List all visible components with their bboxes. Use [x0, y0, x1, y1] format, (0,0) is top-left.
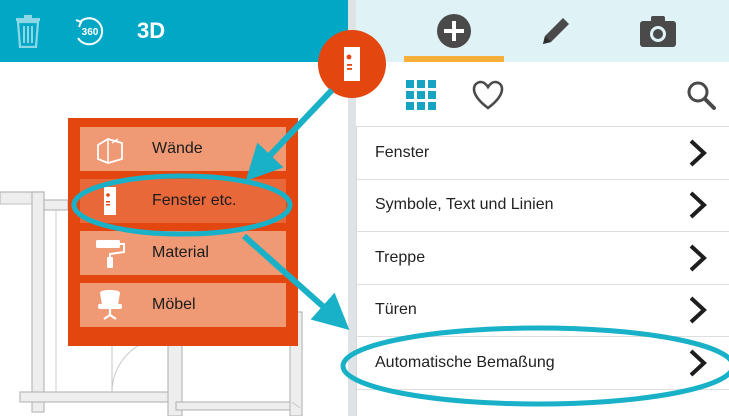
view-3d-button[interactable]: 3D — [137, 18, 165, 44]
category-item-fenster[interactable]: Fenster — [357, 126, 729, 179]
category-item-symbole[interactable]: Symbole, Text und Linien — [357, 178, 729, 231]
category-label: Fenster — [375, 143, 430, 161]
category-item-tueren[interactable]: Türen — [357, 283, 729, 336]
right-panel-tabs — [356, 0, 729, 62]
tab-camera[interactable] — [608, 0, 708, 62]
grid-view-button[interactable] — [404, 78, 438, 112]
category-item-treppe[interactable]: Treppe — [357, 231, 729, 284]
category-list: Fenster Symbole, Text und Linien Treppe … — [356, 126, 729, 416]
chevron-right-icon — [689, 191, 707, 219]
view-360-button[interactable]: 360 — [72, 14, 108, 48]
tab-edit[interactable] — [506, 0, 606, 62]
window-door-icon — [344, 47, 360, 81]
tab-add[interactable] — [404, 0, 504, 62]
chevron-right-icon — [689, 296, 707, 324]
search-icon — [687, 81, 716, 110]
category-label: Treppe — [375, 248, 426, 266]
mode-item-label: Fenster etc. — [152, 192, 237, 209]
category-item-bemassung[interactable]: Automatische Bemaßung — [357, 336, 729, 389]
mode-switch-button[interactable] — [318, 30, 386, 98]
favorites-button[interactable] — [471, 78, 505, 112]
wall-icon — [97, 138, 123, 164]
grid-icon — [406, 80, 436, 110]
top-toolbar: 360 3D — [0, 0, 348, 62]
rotate-360-icon: 360 — [75, 17, 104, 46]
heart-icon — [472, 80, 504, 110]
chevron-right-icon — [689, 244, 707, 272]
mode-item-label: Möbel — [152, 296, 196, 313]
mode-menu: Wände Fenster etc. Material Möbel — [68, 118, 298, 346]
plus-circle-icon — [437, 14, 471, 48]
camera-icon — [640, 16, 676, 47]
chair-icon — [98, 290, 122, 320]
category-label: Türen — [375, 301, 417, 319]
category-list-end — [357, 388, 729, 416]
search-button[interactable] — [684, 78, 718, 112]
pencil-icon — [543, 18, 569, 44]
mode-item-label: Wände — [152, 140, 203, 157]
category-label: Automatische Bemaßung — [375, 353, 555, 371]
mode-item-fenster[interactable]: Fenster etc. — [80, 179, 286, 223]
trash-icon[interactable] — [14, 14, 42, 48]
window-door-icon — [104, 187, 116, 215]
view-360-label: 360 — [82, 27, 99, 38]
right-panel-subbar — [356, 62, 729, 126]
mode-item-waende[interactable]: Wände — [80, 127, 286, 171]
category-label: Symbole, Text und Linien — [375, 196, 554, 214]
mode-item-label: Material — [152, 244, 209, 261]
mode-item-moebel[interactable]: Möbel — [80, 283, 286, 327]
paint-roller-icon — [96, 240, 125, 268]
chevron-right-icon — [689, 349, 707, 377]
chevron-right-icon — [689, 139, 707, 167]
mode-item-material[interactable]: Material — [80, 231, 286, 275]
